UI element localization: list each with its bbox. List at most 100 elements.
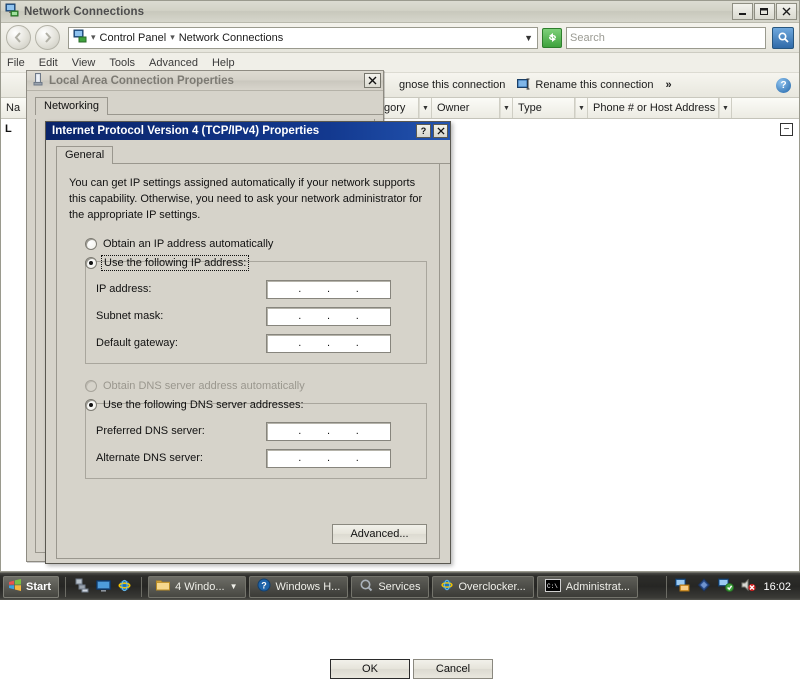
menu-help[interactable]: Help	[212, 57, 235, 69]
lac-tabstrip: Networking	[27, 91, 383, 115]
commandbar-overflow-button[interactable]: »	[665, 79, 671, 91]
group-collapse-button[interactable]: −	[780, 123, 793, 136]
network-monitor-icon[interactable]	[675, 578, 690, 595]
column-header-owner[interactable]: Owner	[432, 98, 500, 118]
column-filter-category-icon[interactable]: ▼	[419, 98, 432, 118]
menu-view[interactable]: View	[72, 57, 96, 69]
input-default-gateway[interactable]: . . .	[266, 334, 391, 353]
refresh-icon[interactable]	[542, 28, 562, 48]
window-controls	[732, 3, 797, 20]
network-icon[interactable]	[718, 578, 734, 595]
explorer-titlebar: Network Connections	[1, 1, 799, 23]
menu-edit[interactable]: Edit	[39, 57, 58, 69]
breadcrumb-control-panel[interactable]: Control Panel	[100, 32, 167, 44]
lac-close-button[interactable]	[364, 73, 381, 88]
advanced-button[interactable]: Advanced...	[332, 524, 427, 544]
alternate-dns-dot-3: .	[355, 455, 359, 462]
volume-muted-icon[interactable]	[741, 578, 756, 595]
tcp-help-button[interactable]: ?	[416, 124, 431, 138]
tcp-title-buttons: ?	[416, 124, 448, 138]
radio-use-following-dns[interactable]: Use the following DNS server addresses:	[85, 399, 427, 411]
field-subnet-mask: Subnet mask: . . .	[96, 307, 416, 326]
search-input[interactable]: Search	[566, 27, 766, 49]
menu-advanced[interactable]: Advanced	[149, 57, 198, 69]
lac-dialog-titlebar: Local Area Connection Properties	[27, 71, 383, 91]
breadcrumb-caret-0[interactable]: ▾	[91, 32, 96, 43]
radio-obtain-dns-automatically-label: Obtain DNS server address automatically	[103, 380, 305, 392]
tcp-general-panel: You can get IP settings assigned automat…	[56, 164, 440, 559]
tab-general[interactable]: General	[56, 146, 113, 164]
input-alternate-dns[interactable]: . . .	[266, 449, 391, 468]
radio-use-following-dns-indicator	[85, 399, 97, 411]
taskbar-item-administrator[interactable]: C:\ Administrat...	[537, 576, 638, 598]
dns-settings-group: Preferred DNS server: . . . Alternate DN…	[85, 403, 427, 479]
security-icon[interactable]	[697, 578, 711, 595]
diagnose-connection-button[interactable]: gnose this connection	[399, 79, 505, 91]
internet-explorer-icon[interactable]	[117, 578, 132, 596]
rename-icon	[517, 78, 531, 93]
column-filter-phone-host-icon[interactable]: ▼	[719, 98, 732, 118]
search-icon[interactable]	[772, 27, 794, 49]
rename-connection-button[interactable]: Rename this connection	[517, 78, 653, 93]
tcpipv4-properties-dialog: Internet Protocol Version 4 (TCP/IPv4) P…	[45, 121, 451, 564]
back-button[interactable]	[6, 25, 31, 50]
svg-text:?: ?	[261, 581, 267, 591]
taskbar-group-caret-icon[interactable]: ▼	[230, 582, 238, 591]
internet-explorer-icon	[440, 578, 454, 595]
taskbar-item-windows-help[interactable]: ? Windows H...	[249, 576, 349, 598]
list-item[interactable]: L	[5, 123, 12, 135]
taskbar-item-windows-group[interactable]: 4 Windo... ▼	[148, 576, 245, 598]
column-filter-owner-icon[interactable]: ▼	[500, 98, 513, 118]
breadcrumb-network-connections[interactable]: Network Connections	[179, 32, 284, 44]
address-dropdown-icon[interactable]: ▼	[524, 33, 533, 43]
taskbar-item-overclocker[interactable]: Overclocker...	[432, 576, 534, 598]
show-desktop-icon[interactable]	[75, 578, 90, 596]
taskbar-item-windows-help-label: Windows H...	[276, 581, 341, 593]
default-gateway-dot-2: .	[327, 340, 331, 347]
clock[interactable]: 16:02	[763, 581, 791, 593]
tcp-intro-text: You can get IP settings assigned automat…	[69, 176, 427, 224]
input-preferred-dns[interactable]: . . .	[266, 422, 391, 441]
radio-obtain-dns-automatically-indicator	[85, 380, 97, 392]
default-gateway-dot-3: .	[355, 340, 359, 347]
subnet-mask-dot-3: .	[355, 313, 359, 320]
address-bar: ▾ Control Panel ▾ Network Connections ▼ …	[1, 23, 799, 53]
radio-use-following-ip[interactable]: Use the following IP address:	[85, 257, 427, 269]
ip-address-dot-2: .	[327, 286, 331, 293]
radio-obtain-ip-automatically[interactable]: Obtain an IP address automatically	[85, 238, 427, 250]
restore-button[interactable]	[754, 3, 775, 20]
column-header-name[interactable]: Na	[1, 98, 27, 118]
ip-settings-group: IP address: . . . Subnet mask:	[85, 261, 427, 364]
menu-file[interactable]: File	[7, 57, 25, 69]
network-connections-icon	[5, 3, 19, 20]
column-header-type[interactable]: Type	[513, 98, 575, 118]
column-header-phone-host[interactable]: Phone # or Host Address	[588, 98, 719, 118]
column-filter-type-icon[interactable]: ▼	[575, 98, 588, 118]
address-field[interactable]: ▾ Control Panel ▾ Network Connections ▼	[68, 27, 538, 49]
close-button[interactable]	[776, 3, 797, 20]
menu-tools[interactable]: Tools	[109, 57, 135, 69]
alternate-dns-dot-1: .	[298, 455, 302, 462]
taskbar-item-services[interactable]: Services	[351, 576, 428, 598]
cancel-button[interactable]: Cancel	[413, 659, 493, 679]
help-icon[interactable]: ?	[776, 78, 791, 93]
subnet-mask-dot-2: .	[327, 313, 331, 320]
input-subnet-mask[interactable]: . . .	[266, 307, 391, 326]
breadcrumb-separator[interactable]: ▾	[170, 32, 175, 43]
column-header-category[interactable]: gory	[379, 98, 419, 118]
ok-button[interactable]: OK	[330, 659, 410, 679]
taskbar-item-administrator-label: Administrat...	[566, 581, 630, 593]
taskbar-item-windows-group-label: 4 Windo...	[175, 581, 225, 593]
tab-networking[interactable]: Networking	[35, 97, 108, 115]
display-icon[interactable]	[96, 578, 111, 596]
subnet-mask-dot-1: .	[298, 313, 302, 320]
forward-button[interactable]	[35, 25, 60, 50]
label-alternate-dns: Alternate DNS server:	[96, 452, 266, 464]
start-button[interactable]: Start	[3, 576, 59, 598]
system-tray: 16:02	[666, 576, 797, 598]
radio-obtain-dns-automatically[interactable]: Obtain DNS server address automatically	[85, 380, 427, 392]
tcp-close-button[interactable]	[433, 124, 448, 138]
minimize-button[interactable]	[732, 3, 753, 20]
input-ip-address[interactable]: . . .	[266, 280, 391, 299]
start-label: Start	[26, 581, 51, 593]
